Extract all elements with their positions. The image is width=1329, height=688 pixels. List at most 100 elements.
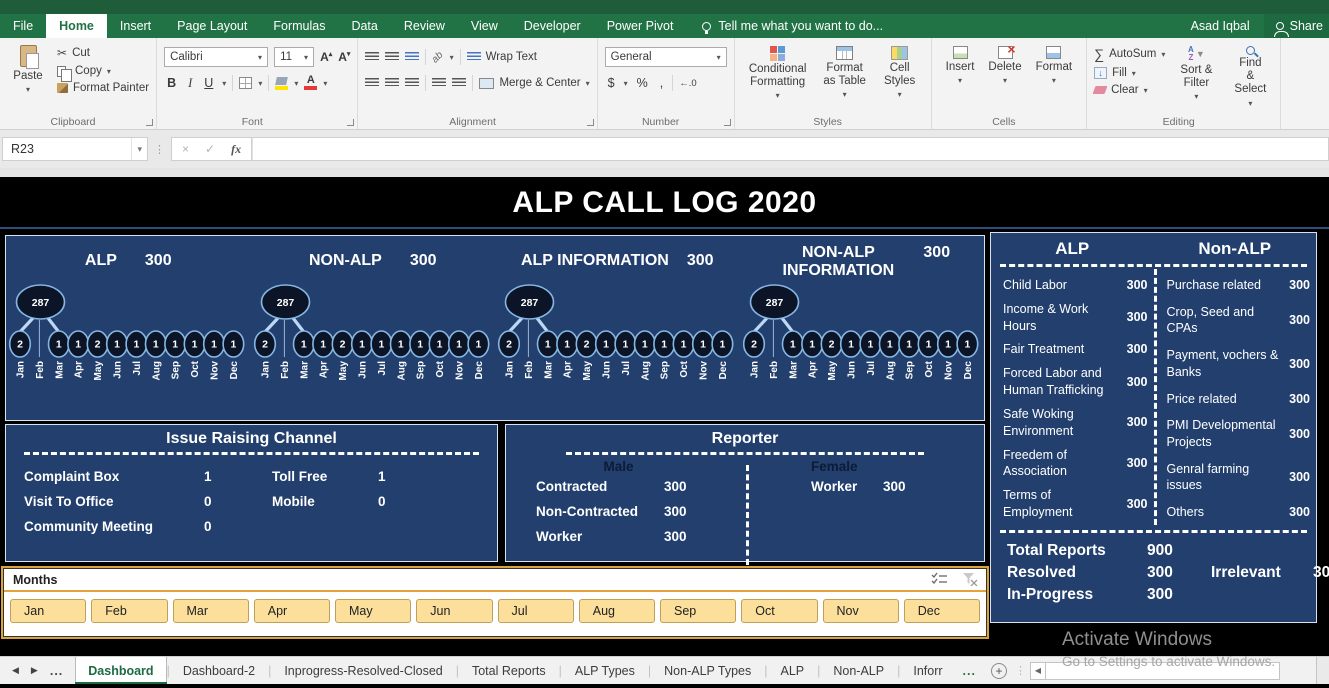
hscroll-left-arrow[interactable]: ◀	[1030, 662, 1046, 680]
format-cells-button[interactable]: Format▾	[1029, 42, 1079, 113]
name-box-dropdown-icon[interactable]: ▾	[131, 138, 147, 160]
borders-button[interactable]	[239, 77, 252, 89]
number-format-select[interactable]: General▾	[605, 47, 727, 67]
clipboard-dialog-launcher-icon[interactable]	[146, 119, 153, 126]
user-name[interactable]: Asad Iqbal	[1177, 19, 1264, 33]
align-middle-icon[interactable]	[385, 52, 399, 62]
italic-button[interactable]: I	[185, 76, 195, 91]
slicer-button-nov[interactable]: Nov	[823, 599, 899, 623]
sheet-tab-inforr[interactable]: Inforr	[900, 657, 955, 684]
ribbon-tab-review[interactable]: Review	[391, 14, 458, 38]
font-size-select[interactable]: 11▾	[274, 47, 314, 67]
list-item: Mobile0	[272, 494, 492, 509]
sheet-tab-non-alp-types[interactable]: Non-ALP Types	[651, 657, 764, 684]
sheet-tab-inprogress-resolved-closed[interactable]: Inprogress-Resolved-Closed	[271, 657, 455, 684]
slicer-button-mar[interactable]: Mar	[173, 599, 249, 623]
multi-select-icon[interactable]	[931, 572, 948, 586]
sheet-tab-non-alp[interactable]: Non-ALP	[820, 657, 897, 684]
ribbon-tab-data[interactable]: Data	[338, 14, 390, 38]
slicer-button-oct[interactable]: Oct	[741, 599, 817, 623]
sheet-tab-alp-types[interactable]: ALP Types	[562, 657, 648, 684]
svg-text:Feb: Feb	[279, 361, 290, 379]
shrink-font-button[interactable]: A▾	[338, 50, 350, 64]
comma-style-button[interactable]: ,	[657, 76, 666, 90]
sheet-tab-alp[interactable]: ALP	[767, 657, 817, 684]
bold-button[interactable]: B	[164, 76, 179, 90]
clear-filter-icon[interactable]	[962, 572, 978, 586]
sheet-nav-right-icon[interactable]: ▶	[31, 665, 38, 676]
align-right-icon[interactable]	[405, 78, 419, 88]
autosum-button[interactable]: ∑AutoSum▾	[1094, 46, 1165, 62]
new-sheet-button[interactable]: +	[991, 663, 1007, 679]
underline-button[interactable]: U	[201, 76, 216, 90]
align-center-icon[interactable]	[385, 78, 399, 88]
font-color-button[interactable]: A	[304, 76, 317, 90]
merge-center-button[interactable]: Merge & Center▾	[479, 77, 589, 89]
confirm-entry-icon[interactable]: ✓	[205, 142, 215, 156]
ribbon-tab-view[interactable]: View	[458, 14, 511, 38]
accounting-format-button[interactable]: $	[605, 76, 618, 90]
name-box[interactable]: R23 ▾	[2, 137, 148, 161]
align-left-icon[interactable]	[365, 78, 379, 88]
item-label: Price related	[1167, 391, 1290, 408]
share-button[interactable]: Share	[1264, 14, 1329, 38]
font-name-select[interactable]: Calibri▾	[164, 47, 268, 67]
orientation-button[interactable]: ab	[430, 49, 446, 65]
cut-button[interactable]: ✂Cut	[57, 46, 149, 60]
slicer-button-jul[interactable]: Jul	[498, 599, 574, 623]
find-select-button[interactable]: Find & Select▾	[1227, 42, 1273, 113]
slicer-button-aug[interactable]: Aug	[579, 599, 655, 623]
format-as-table-button[interactable]: Format as Table▾	[814, 42, 876, 113]
sheet-tab-dashboard-2[interactable]: Dashboard-2	[170, 657, 268, 684]
number-dialog-launcher-icon[interactable]	[724, 119, 731, 126]
slicer-button-sep[interactable]: Sep	[660, 599, 736, 623]
clear-button[interactable]: Clear▾	[1094, 84, 1165, 96]
ribbon-tab-power-pivot[interactable]: Power Pivot	[594, 14, 687, 38]
cell-styles-button[interactable]: Cell Styles▾	[876, 42, 924, 113]
sort-filter-button[interactable]: AZ▼ Sort & Filter▾	[1173, 42, 1219, 113]
ribbon-tab-developer[interactable]: Developer	[511, 14, 594, 38]
copy-button[interactable]: Copy▾	[57, 65, 149, 77]
ribbon-tab-formulas[interactable]: Formulas	[260, 14, 338, 38]
paste-button[interactable]: Paste▾	[7, 42, 49, 94]
wrap-text-button[interactable]: Wrap Text	[467, 51, 537, 63]
bubble-chart-3: ALP INFORMATION30022871121111111JanFebMa…	[495, 236, 740, 420]
svg-text:Dec: Dec	[718, 361, 729, 380]
insert-function-button[interactable]: fx	[231, 142, 241, 157]
percent-style-button[interactable]: %	[634, 76, 651, 90]
slicer-button-apr[interactable]: Apr	[254, 599, 330, 623]
increase-decimal-button[interactable]: ←.0	[679, 78, 696, 89]
slicer-button-may[interactable]: May	[335, 599, 411, 623]
item-value: 300	[664, 504, 687, 519]
align-top-icon[interactable]	[365, 52, 379, 62]
sheet-tab-total-reports[interactable]: Total Reports	[459, 657, 559, 684]
font-dialog-launcher-icon[interactable]	[347, 119, 354, 126]
slicer-button-feb[interactable]: Feb	[91, 599, 167, 623]
sheet-nav-more-icon[interactable]: ...	[50, 664, 63, 678]
alignment-dialog-launcher-icon[interactable]	[587, 119, 594, 126]
more-sheets-indicator[interactable]: ...	[956, 657, 983, 684]
increase-indent-icon[interactable]	[452, 78, 466, 88]
slicer-button-jun[interactable]: Jun	[416, 599, 492, 623]
formula-input[interactable]	[252, 137, 1329, 161]
sheet-tab-dashboard[interactable]: Dashboard	[75, 657, 166, 684]
format-painter-button[interactable]: Format Painter	[57, 82, 149, 94]
decrease-indent-icon[interactable]	[432, 78, 446, 88]
align-bottom-icon[interactable]	[405, 52, 419, 62]
insert-cells-button[interactable]: Insert▾	[939, 42, 982, 113]
ribbon-tab-file[interactable]: File	[0, 14, 46, 38]
svg-text:Feb: Feb	[768, 361, 779, 379]
tell-me-box[interactable]: Tell me what you want to do...	[702, 14, 883, 38]
ribbon-tab-home[interactable]: Home	[46, 14, 107, 38]
fill-button[interactable]: ↓Fill▾	[1094, 67, 1165, 79]
ribbon-tab-insert[interactable]: Insert	[107, 14, 164, 38]
sheet-nav-left-icon[interactable]: ◀	[12, 665, 19, 676]
grow-font-button[interactable]: A▴	[320, 50, 332, 64]
slicer-button-dec[interactable]: Dec	[904, 599, 980, 623]
conditional-formatting-button[interactable]: Conditional Formatting▾	[742, 42, 814, 113]
fill-color-button[interactable]	[275, 77, 288, 90]
slicer-button-jan[interactable]: Jan	[10, 599, 86, 623]
ribbon-tab-page-layout[interactable]: Page Layout	[164, 14, 260, 38]
delete-cells-button[interactable]: Delete▾	[981, 42, 1028, 113]
cancel-entry-icon[interactable]: ×	[182, 142, 189, 156]
